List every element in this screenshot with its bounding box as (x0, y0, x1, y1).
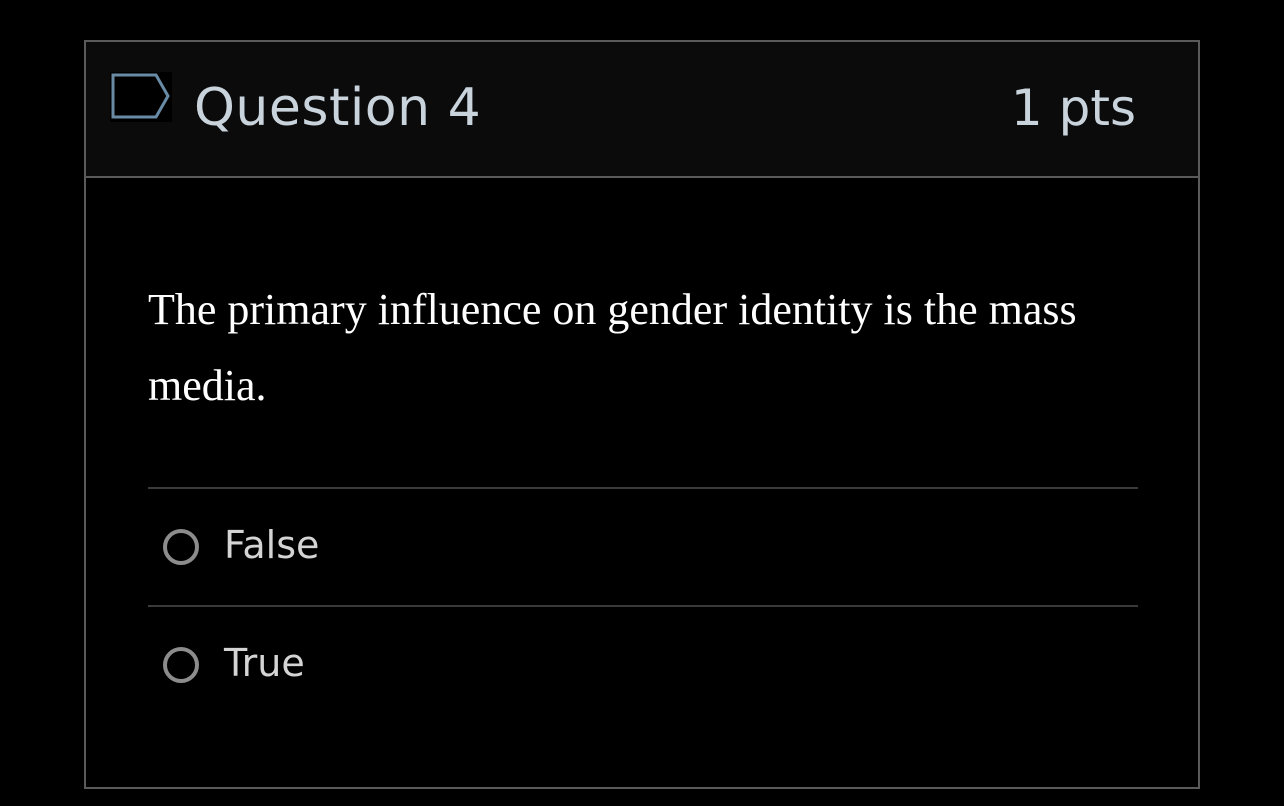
answer-label[interactable]: True (224, 635, 305, 691)
question-text: The primary influence on gender identity… (148, 285, 1077, 410)
radio-button-false[interactable] (163, 529, 199, 565)
radio-button-true[interactable] (163, 647, 199, 683)
answer-list: False True (148, 487, 1138, 723)
quiz-question-card: Question 4 1 pts The primary influence o… (84, 40, 1200, 789)
question-points: 1 pts (1010, 79, 1136, 137)
question-header: Question 4 1 pts (86, 42, 1198, 178)
answer-option-false[interactable]: False (148, 487, 1138, 605)
answer-option-true[interactable]: True (148, 605, 1138, 723)
flag-icon[interactable] (110, 72, 172, 122)
question-title: Question 4 (194, 78, 482, 138)
answer-label[interactable]: False (224, 517, 319, 573)
